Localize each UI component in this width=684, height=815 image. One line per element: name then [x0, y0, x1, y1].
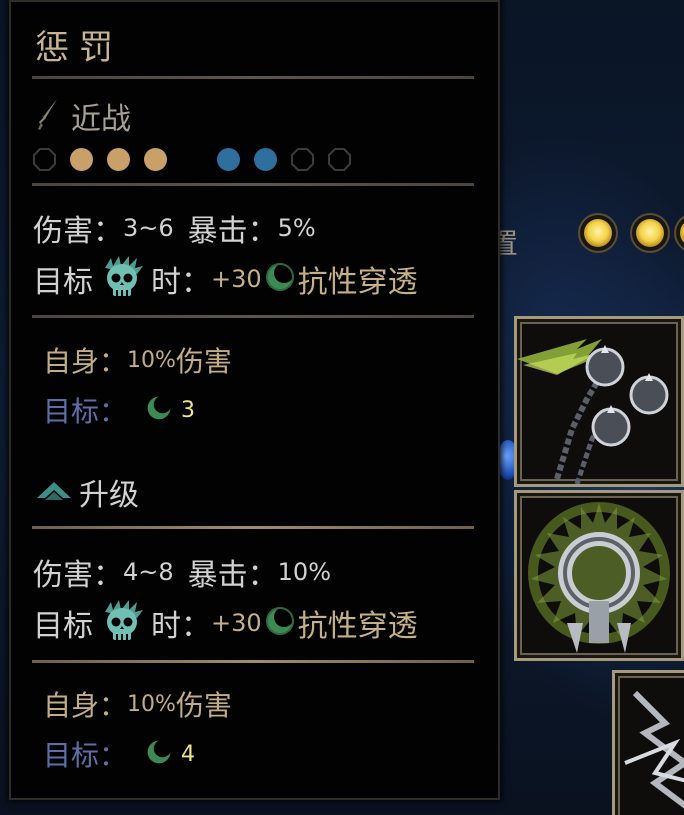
moon-icon	[264, 261, 296, 297]
pips-divider	[32, 183, 474, 186]
upgrade-damage-crit-line: 伤害： 4~8 暴击： 10%	[33, 550, 331, 594]
dagger-icon	[37, 97, 59, 135]
skill-tooltip: 惩罚 近战 伤害： 3~6 暴击： 5% 目标 时： +30 抗性穿透 自身： …	[9, 0, 500, 800]
target-effect-value: 4	[181, 741, 196, 767]
crit-value: 10%	[277, 558, 331, 586]
upgrade-target-effect-line: 目标： 4	[43, 734, 195, 774]
self-suffix: 伤害	[175, 345, 232, 378]
skill-title: 惩罚	[35, 28, 123, 68]
skill-card-partial[interactable]	[612, 670, 684, 815]
crit-label: 暴击：	[187, 214, 278, 249]
upgrade-label: 升级	[79, 478, 139, 513]
target-effect-value: 3	[181, 397, 196, 423]
skill-card-flail[interactable]	[514, 316, 684, 487]
launch-pip-tan	[144, 148, 167, 171]
self-value: 10%	[127, 347, 176, 373]
crit-value: 5%	[277, 214, 316, 242]
title-divider	[32, 76, 474, 79]
upgrade-chevron-icon	[35, 478, 73, 506]
hud-light-orb-2	[636, 219, 664, 247]
damage-value: 4~8	[123, 558, 174, 586]
damage-label: 伤害：	[33, 214, 123, 249]
res-label: 抗性穿透	[297, 609, 418, 644]
upgrade-self-line: 自身： 10% 伤害	[43, 684, 232, 724]
when-label: 时：	[151, 265, 211, 300]
launch-pip-empty	[33, 148, 56, 171]
skull-icon	[99, 254, 145, 304]
self-label: 自身：	[43, 345, 128, 378]
res-value: +30	[211, 265, 262, 293]
target-pip-blue	[217, 148, 240, 171]
upgrade-stats-divider	[32, 660, 474, 663]
target-effect-label: 目标：	[43, 395, 128, 428]
flail-icon	[517, 339, 669, 484]
launch-pip-tan	[107, 148, 130, 171]
base-target-effect-line: 目标： 3	[43, 390, 195, 430]
moon-icon	[145, 394, 173, 426]
skill-card-shackle[interactable]	[514, 490, 684, 661]
base-divider	[32, 315, 474, 318]
chain-icon	[624, 690, 684, 809]
target-pip-empty	[328, 148, 351, 171]
crit-label: 暴击：	[187, 558, 278, 593]
self-value: 10%	[127, 691, 176, 717]
launch-pip-tan	[70, 148, 93, 171]
target-pip-empty	[291, 148, 314, 171]
moon-icon	[264, 605, 296, 641]
damage-value: 3~6	[123, 214, 174, 242]
skull-icon	[99, 598, 145, 648]
target-label: 目标	[33, 609, 93, 644]
attack-type-label: 近战	[71, 102, 131, 137]
res-label: 抗性穿透	[297, 265, 418, 300]
res-value: +30	[211, 609, 262, 637]
shackle-icon	[528, 502, 670, 653]
damage-label: 伤害：	[33, 558, 123, 593]
target-pip-blue	[254, 148, 277, 171]
base-self-line: 自身： 10% 伤害	[43, 340, 232, 380]
self-suffix: 伤害	[175, 689, 232, 722]
base-damage-crit-line: 伤害： 3~6 暴击： 5%	[33, 206, 316, 250]
when-label: 时：	[151, 609, 211, 644]
upgrade-divider	[32, 526, 474, 529]
target-label: 目标	[33, 265, 93, 300]
self-label: 自身：	[43, 689, 128, 722]
position-pips	[33, 148, 365, 171]
base-target-condition-line: 目标 时： +30 抗性穿透	[33, 254, 418, 304]
target-effect-label: 目标：	[43, 739, 128, 772]
moon-icon	[145, 738, 173, 770]
hud-light-orb-3	[680, 219, 684, 247]
hud-light-orb-1	[584, 219, 612, 247]
upgrade-header: 升级	[35, 470, 139, 514]
attack-type-row: 近战	[37, 96, 131, 137]
upgrade-target-condition-line: 目标 时： +30 抗性穿透	[33, 598, 418, 648]
